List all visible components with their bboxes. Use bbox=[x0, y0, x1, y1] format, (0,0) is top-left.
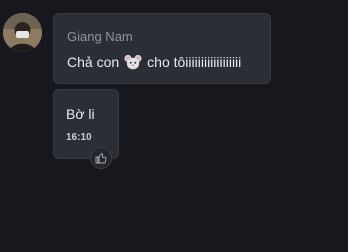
message-bubble[interactable]: Bờ li 16:10 bbox=[53, 89, 119, 159]
message-bubble[interactable]: Giang Nam Chả con cho tôiiiiiiiiiiiiiiii… bbox=[53, 13, 271, 84]
message-timestamp: 16:10 bbox=[66, 132, 92, 143]
mouse-face-icon bbox=[124, 54, 142, 70]
reaction-button[interactable] bbox=[90, 147, 112, 169]
message-text: Chả con cho tôiiiiiiiiiiiiiiiiii bbox=[67, 54, 241, 70]
sender-name: Giang Nam bbox=[67, 29, 133, 44]
avatar-photo bbox=[3, 13, 42, 52]
chat-thread: Giang Nam Chả con cho tôiiiiiiiiiiiiiiii… bbox=[0, 0, 348, 252]
message-text-part: Chả con bbox=[67, 54, 120, 70]
message-text: Bờ li bbox=[66, 106, 95, 122]
sender-avatar[interactable] bbox=[3, 13, 42, 52]
thumbs-up-icon bbox=[95, 153, 107, 164]
message-text-part: cho tôiiiiiiiiiiiiiiiiii bbox=[147, 54, 242, 70]
